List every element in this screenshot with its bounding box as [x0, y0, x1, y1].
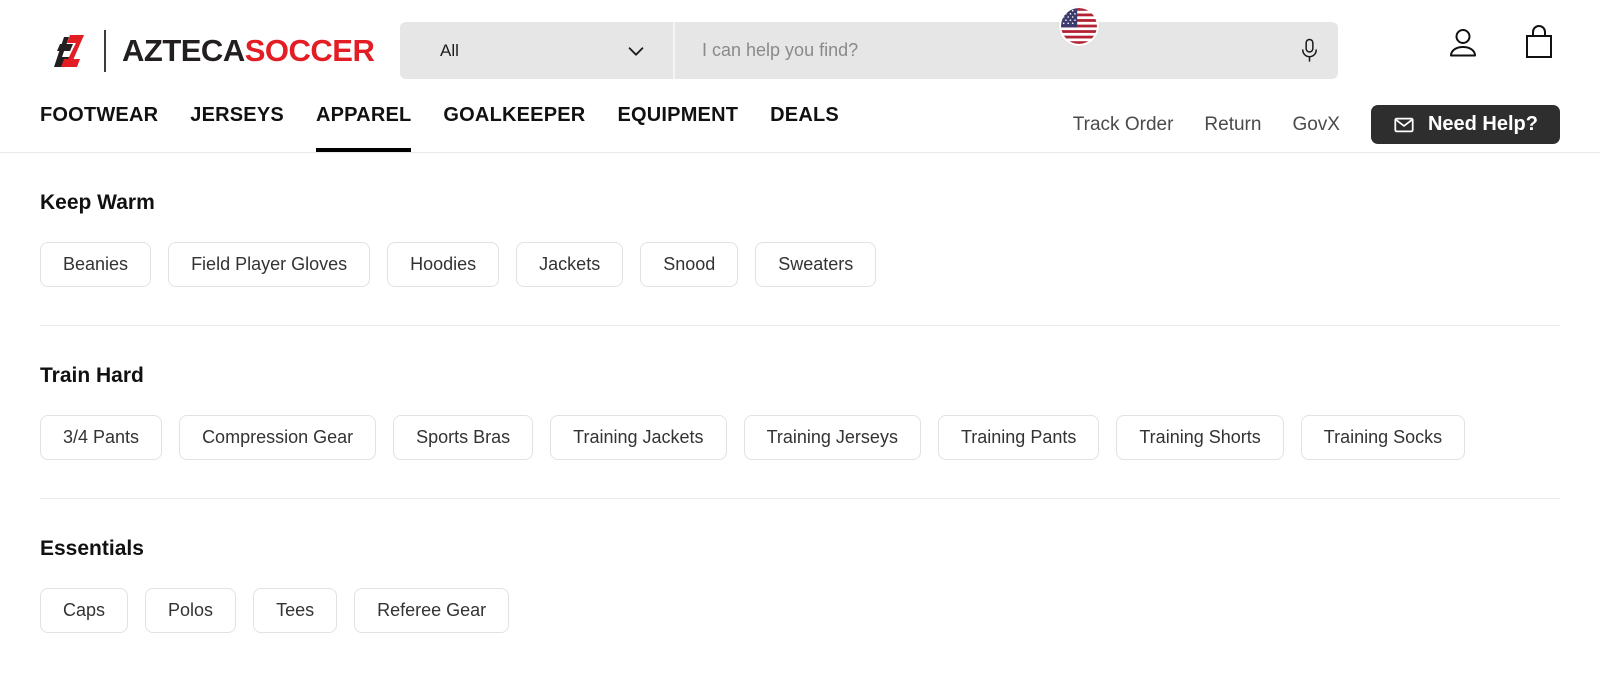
nav-items: FOOTWEAR JERSEYS APPAREL GOALKEEPER EQUI…	[40, 101, 839, 152]
nav-item-equipment[interactable]: EQUIPMENT	[617, 101, 738, 152]
chip-referee-gear[interactable]: Referee Gear	[354, 588, 509, 633]
header-actions	[1442, 22, 1560, 64]
cart-icon	[1518, 22, 1560, 64]
country-flag-selector[interactable]	[1059, 6, 1099, 46]
section-keep-warm: Keep Warm Beanies Field Player Gloves Ho…	[40, 153, 1560, 325]
chip-group: Caps Polos Tees Referee Gear	[40, 588, 1560, 671]
chip-compression-gear[interactable]: Compression Gear	[179, 415, 376, 460]
chip-group: 3/4 Pants Compression Gear Sports Bras T…	[40, 415, 1560, 498]
nav-item-deals[interactable]: DEALS	[770, 101, 839, 152]
chip-sports-bras[interactable]: Sports Bras	[393, 415, 533, 460]
chip-sweaters[interactable]: Sweaters	[755, 242, 876, 287]
chip-training-jackets[interactable]: Training Jackets	[550, 415, 726, 460]
track-order-link[interactable]: Track Order	[1073, 114, 1174, 136]
site-header: AZTECASOCCER All	[0, 0, 1600, 101]
us-flag-icon	[1061, 8, 1097, 44]
logo-word-azteca: AZTECA	[122, 33, 245, 68]
chip-caps[interactable]: Caps	[40, 588, 128, 633]
chip-training-jerseys[interactable]: Training Jerseys	[744, 415, 921, 460]
section-title: Keep Warm	[40, 191, 1560, 215]
section-title: Essentials	[40, 537, 1560, 561]
chip-field-player-gloves[interactable]: Field Player Gloves	[168, 242, 370, 287]
chip-hoodies[interactable]: Hoodies	[387, 242, 499, 287]
chip-group: Beanies Field Player Gloves Hoodies Jack…	[40, 242, 1560, 325]
envelope-icon	[1393, 114, 1415, 136]
logo-wordmark: AZTECASOCCER	[122, 35, 374, 66]
cart-button[interactable]	[1518, 22, 1560, 64]
nav-utility-links: Track Order Return GovX Need Help?	[1073, 101, 1560, 148]
search-category-label: All	[440, 41, 459, 61]
search-field-wrapper	[675, 22, 1338, 79]
account-icon	[1442, 22, 1484, 64]
chip-beanies[interactable]: Beanies	[40, 242, 151, 287]
chip-training-pants[interactable]: Training Pants	[938, 415, 1099, 460]
return-link[interactable]: Return	[1204, 114, 1261, 136]
chip-tees[interactable]: Tees	[253, 588, 337, 633]
azteca-as-monogram-icon	[40, 29, 92, 73]
search-input[interactable]	[702, 22, 1280, 79]
chip-polos[interactable]: Polos	[145, 588, 236, 633]
chip-jackets[interactable]: Jackets	[516, 242, 623, 287]
chevron-down-icon	[625, 40, 647, 62]
main-navigation: FOOTWEAR JERSEYS APPAREL GOALKEEPER EQUI…	[0, 101, 1600, 153]
need-help-label: Need Help?	[1428, 113, 1538, 136]
section-train-hard: Train Hard 3/4 Pants Compression Gear Sp…	[40, 325, 1560, 498]
search-bar: All	[400, 22, 1338, 79]
logo-divider	[104, 30, 106, 72]
site-logo[interactable]: AZTECASOCCER	[40, 23, 374, 79]
govx-link[interactable]: GovX	[1292, 114, 1340, 136]
chip-training-shorts[interactable]: Training Shorts	[1116, 415, 1283, 460]
chip-three-quarter-pants[interactable]: 3/4 Pants	[40, 415, 162, 460]
nav-item-apparel[interactable]: APPAREL	[316, 101, 411, 152]
nav-item-footwear[interactable]: FOOTWEAR	[40, 101, 158, 152]
microphone-icon	[1298, 38, 1321, 63]
chip-snood[interactable]: Snood	[640, 242, 738, 287]
chip-training-socks[interactable]: Training Socks	[1301, 415, 1465, 460]
search-category-dropdown[interactable]: All	[400, 22, 675, 79]
logo-word-soccer: SOCCER	[245, 33, 375, 68]
account-button[interactable]	[1442, 22, 1484, 64]
nav-item-jerseys[interactable]: JERSEYS	[190, 101, 284, 152]
section-essentials: Essentials Caps Polos Tees Referee Gear	[40, 498, 1560, 671]
section-title: Train Hard	[40, 364, 1560, 388]
voice-search-button[interactable]	[1280, 22, 1338, 79]
category-panel: Keep Warm Beanies Field Player Gloves Ho…	[0, 153, 1600, 671]
need-help-button[interactable]: Need Help?	[1371, 105, 1560, 144]
nav-item-goalkeeper[interactable]: GOALKEEPER	[443, 101, 585, 152]
